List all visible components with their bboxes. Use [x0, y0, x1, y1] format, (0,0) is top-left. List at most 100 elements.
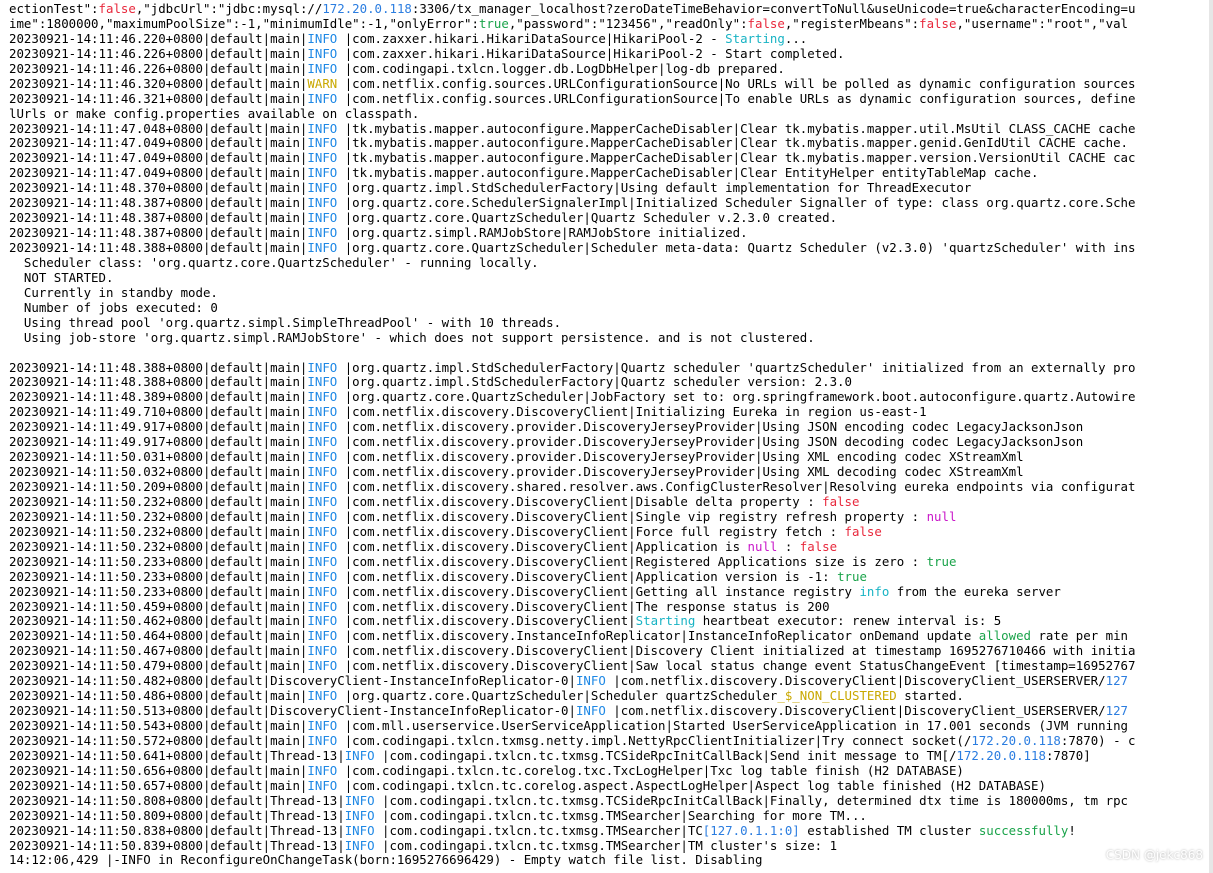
log-segment: INFO [307, 359, 338, 375]
watermark: CSDN @jekc868 [1105, 848, 1203, 862]
log-segment: INFO [307, 613, 338, 629]
log-segment: 20230921-14:11:50.572+0800|default|main| [9, 732, 308, 748]
log-line: 20230921-14:11:46.226+0800|default|main|… [9, 45, 1213, 62]
log-segment: started. [896, 688, 964, 704]
log-segment: INFO [307, 419, 338, 435]
log-line: 20230921-14:11:50.839+0800|default|Threa… [9, 837, 1213, 854]
log-segment: INFO [307, 493, 338, 509]
log-segment: 172.20.0.118 [971, 732, 1061, 748]
log-line: 20230921-14:11:50.209+0800|default|main|… [9, 479, 1213, 495]
log-segment: |org.quartz.core.QuartzScheduler|Quartz … [337, 210, 838, 226]
log-segment: INFO [307, 449, 338, 465]
log-line: 20230921-14:11:48.389+0800|default|main|… [9, 389, 1213, 405]
log-segment: |com.netflix.discovery.provider.Discover… [337, 419, 1084, 435]
log-segment: rate per min [1031, 628, 1128, 644]
log-segment: INFO [307, 404, 338, 420]
log-segment: INFO [307, 195, 338, 211]
log-segment: null [747, 538, 778, 554]
log-segment: NOT STARTED. [9, 269, 114, 285]
log-segment: 20230921-14:11:50.486+0800|default|main| [9, 688, 308, 704]
log-segment: 20230921-14:11:50.232+0800|default|main| [9, 493, 308, 509]
log-segment: INFO [307, 628, 338, 644]
log-segment: 20230921-14:11:48.387+0800|default|main| [9, 195, 308, 211]
log-segment: 20230921-14:11:48.388+0800|default|main| [9, 359, 308, 375]
log-line: 20230921-14:11:50.543+0800|default|main|… [9, 718, 1213, 734]
log-segment: heartbeat executor: renew interval is: 5 [695, 613, 1002, 629]
log-segment: |org.quartz.core.QuartzScheduler|JobFact… [337, 389, 1136, 405]
log-segment: 172.20.0.118 [322, 1, 412, 16]
log-segment: 172.20.0.118 [956, 747, 1046, 763]
log-segment: lUrls or make config.properties availabl… [9, 105, 420, 121]
log-segment: |com.netflix.discovery.DiscoveryClient|I… [337, 404, 927, 420]
log-segment: allowed [978, 628, 1032, 644]
log-segment: |org.quartz.simpl.RAMJobStore|RAMJobStor… [337, 225, 748, 241]
log-segment: |com.netflix.discovery.DiscoveryClient|F… [337, 523, 845, 539]
log-segment: 20230921-14:11:46.321+0800|default|main| [9, 90, 308, 106]
log-line: Using thread pool 'org.quartz.simpl.Simp… [9, 315, 1213, 331]
log-segment: INFO [307, 180, 338, 196]
log-segment: :3306/tx_manager_localhost?zeroDateTimeB… [411, 1, 1136, 16]
log-segment: 20230921-14:11:50.232+0800|default|main| [9, 508, 308, 524]
log-segment: 20230921-14:11:50.838+0800|default|Threa… [9, 822, 345, 838]
log-segment: INFO [307, 90, 338, 106]
log-segment: |com.codingapi.txlcn.tc.txmsg.TMSearcher… [374, 822, 703, 838]
log-segment: INFO [307, 464, 338, 480]
log-line: 20230921-14:11:50.233+0800|default|main|… [9, 583, 1213, 600]
log-segment: |com.codingapi.txlcn.tc.txmsg.TCSideRpcI… [374, 792, 1128, 808]
log-segment: 20230921-14:11:48.388+0800|default|main| [9, 374, 308, 390]
log-segment: |com.netflix.discovery.DiscoveryClient|R… [337, 553, 927, 569]
log-segment: 20230921-14:11:50.479+0800|default|main| [9, 658, 308, 674]
console-output: ectionTest":false,"jdbcUrl":"jdbc:mysql:… [0, 0, 1213, 873]
log-segment: true [478, 15, 509, 31]
log-line: ectionTest":false,"jdbcUrl":"jdbc:mysql:… [9, 1, 1213, 17]
log-segment: _$_NON_CLUSTERED [777, 688, 897, 704]
log-segment: INFO [307, 30, 338, 46]
log-segment: 20230921-14:11:48.389+0800|default|main| [9, 389, 308, 405]
log-segment: ectionTest": [9, 1, 99, 16]
log-segment: 20230921-14:11:50.233+0800|default|main| [9, 553, 308, 569]
log-segment: |tk.mybatis.mapper.autoconfigure.MapperC… [337, 120, 1136, 136]
log-line: 20230921-14:11:50.233+0800|default|main|… [9, 553, 1213, 570]
log-segment: 20230921-14:11:50.513+0800|default|Disco… [9, 703, 576, 719]
log-segment: 20230921-14:11:50.233+0800|default|main| [9, 568, 308, 584]
log-segment: false [844, 523, 882, 539]
log-line: 20230921-14:11:48.388+0800|default|main|… [9, 359, 1213, 376]
log-segment: INFO [307, 240, 338, 255]
log-segment: ,"jdbcUrl":"jdbc:mysql:// [135, 1, 323, 16]
log-segment: 20230921-14:11:50.232+0800|default|main| [9, 523, 308, 539]
log-line: 20230921-14:11:50.232+0800|default|main|… [9, 493, 1213, 510]
log-segment: |com.netflix.discovery.DiscoveryClient|G… [337, 583, 860, 599]
log-segment: INFO [307, 225, 338, 241]
log-segment: |com.netflix.discovery.DiscoveryClient|D… [605, 673, 1106, 689]
log-segment: Using job-store 'org.quartz.simpl.RAMJob… [9, 329, 815, 345]
log-segment: from the eureka server [889, 583, 1061, 599]
log-segment: ime":1800000,"maximumPoolSize":-1,"minim… [9, 15, 479, 31]
log-segment: |org.quartz.impl.StdSchedulerFactory|Usi… [337, 180, 972, 196]
log-segment: INFO [307, 508, 338, 524]
log-segment: |tk.mybatis.mapper.autoconfigure.MapperC… [337, 135, 1128, 151]
log-line: 20230921-14:11:46.226+0800|default|main|… [9, 61, 1213, 77]
log-segment: 20230921-14:11:50.839+0800|default|Threa… [9, 837, 345, 853]
log-line: 20230921-14:11:47.048+0800|default|main|… [9, 120, 1213, 137]
log-segment: 20230921-14:11:46.220+0800|default|main| [9, 30, 308, 46]
log-segment: |com.zaxxer.hikari.HikariDataSource|Hika… [337, 45, 845, 61]
log-segment: 20230921-14:11:47.049+0800|default|main| [9, 165, 308, 181]
log-segment: |com.codingapi.txlcn.tc.corelog.aspect.A… [337, 777, 1046, 793]
log-segment: INFO [307, 150, 338, 166]
log-segment: false [919, 15, 957, 31]
log-segment: INFO [307, 688, 338, 704]
log-segment: INFO [344, 807, 375, 823]
log-segment: |org.quartz.impl.StdSchedulerFactory|Qua… [337, 359, 1136, 375]
log-segment: 20230921-14:11:50.808+0800|default|Threa… [9, 792, 345, 808]
log-line: 20230921-14:11:50.641+0800|default|Threa… [9, 747, 1213, 764]
log-line: 20230921-14:11:46.320+0800|default|main|… [9, 76, 1213, 92]
log-segment: INFO [344, 792, 375, 808]
log-segment: 20230921-14:11:50.467+0800|default|main| [9, 643, 308, 659]
log-segment: 20230921-14:11:50.482+0800|default|Disco… [9, 673, 576, 689]
log-segment: |com.netflix.discovery.provider.Discover… [337, 464, 1024, 480]
log-line: 20230921-14:11:50.656+0800|default|main|… [9, 763, 1213, 779]
scrollbar[interactable] [1209, 0, 1213, 873]
log-segment: null [926, 508, 957, 524]
log-segment: false [98, 1, 136, 16]
